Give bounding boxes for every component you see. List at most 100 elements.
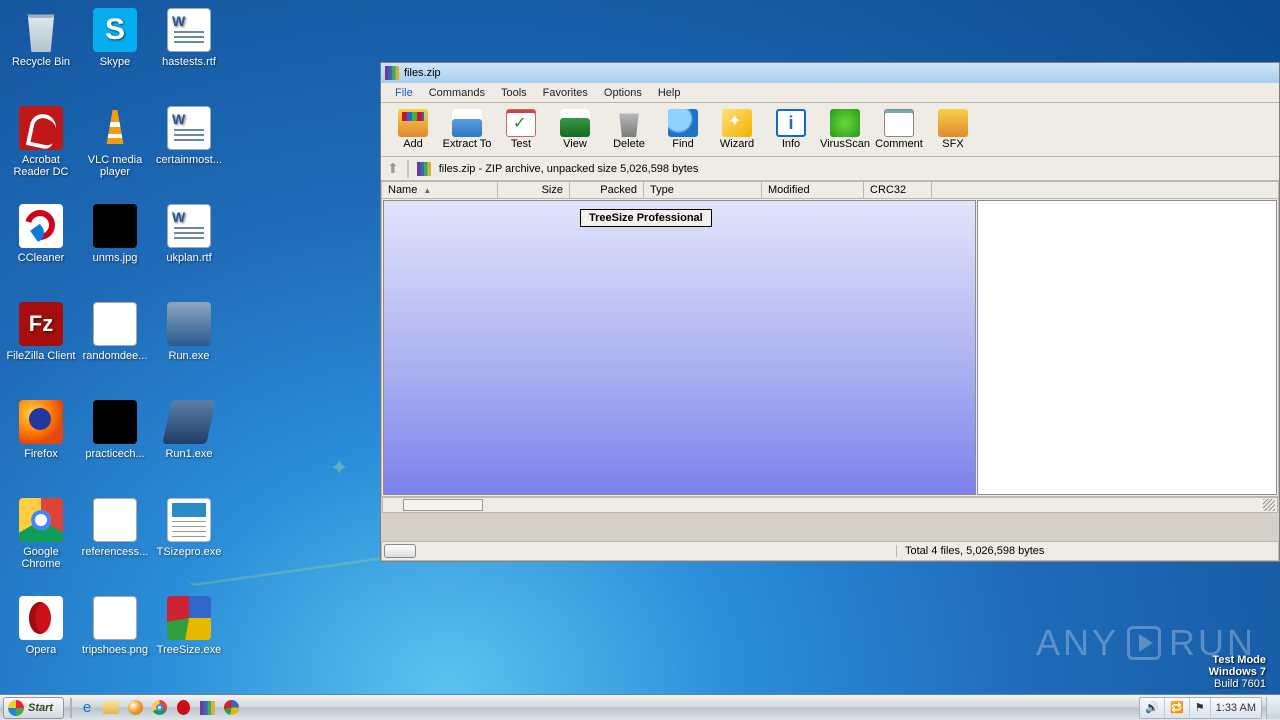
resize-grip-icon[interactable]: [1263, 499, 1275, 511]
find-icon: [668, 109, 698, 137]
toolbar-add-button[interactable]: Add: [387, 105, 439, 155]
desktop-icon-acrobat-reader-dc[interactable]: Acrobat Reader DC: [4, 102, 78, 200]
desktop-icons: Recycle Bin SSkype hastests.rtf Acrobat Rea…: [4, 4, 226, 690]
status-total: Total 4 files, 5,026,598 bytes: [896, 545, 1276, 557]
desktop-icon-certainmost[interactable]: certainmost...: [152, 102, 226, 200]
menu-help[interactable]: Help: [650, 85, 689, 101]
desktop-icon-opera[interactable]: Opera: [4, 592, 78, 690]
col-modified[interactable]: Modified: [762, 182, 864, 198]
menu-file[interactable]: File: [387, 85, 421, 101]
toolbar-label: Find: [672, 138, 693, 150]
toolbar-label: Delete: [613, 138, 645, 150]
toolbar-wizard-button[interactable]: Wizard: [711, 105, 763, 155]
icon-label: Run.exe: [169, 350, 210, 362]
tray-network[interactable]: 🔁: [1165, 698, 1190, 718]
up-icon[interactable]: ⬆: [387, 160, 399, 177]
toolbar-label: Comment: [875, 138, 923, 150]
toolbar-comment-button[interactable]: Comment: [873, 105, 925, 155]
play-icon: [1127, 626, 1161, 660]
toolbar-virusscan-button[interactable]: VirusScan: [819, 105, 871, 155]
show-desktop-button[interactable]: [1266, 697, 1280, 719]
icon-label: Recycle Bin: [12, 56, 70, 68]
desktop-icon-run1-exe[interactable]: Run1.exe: [152, 396, 226, 494]
col-name[interactable]: Name▲: [382, 182, 498, 198]
menu-tools[interactable]: Tools: [493, 85, 535, 101]
icon-label: VLC media player: [80, 154, 150, 178]
desktop-icon-treesize-exe[interactable]: TreeSize.exe: [152, 592, 226, 690]
icon-label: FileZilla Client: [6, 350, 75, 362]
tray-clock[interactable]: 1:33 AM: [1211, 698, 1261, 718]
desktop-icon-run-exe[interactable]: Run.exe: [152, 298, 226, 396]
taskbar-chrome[interactable]: [148, 698, 170, 718]
run1-icon: [162, 400, 215, 444]
filezilla-icon: Fz: [19, 302, 63, 346]
desktop-icon-vlc-media-player[interactable]: VLC media player: [78, 102, 152, 200]
disk-icon[interactable]: [384, 544, 416, 558]
desktop-icon-filezilla-client[interactable]: Fz FileZilla Client: [4, 298, 78, 396]
word-icon: [167, 204, 211, 248]
taskbar-explorer[interactable]: [100, 698, 122, 718]
build-info: Test Mode Windows 7 Build 7601: [1209, 654, 1266, 690]
icon-label: ukplan.rtf: [166, 252, 211, 264]
view-icon: [560, 109, 590, 137]
wmp-icon: [128, 700, 143, 715]
content-area: TreeSize Professional: [381, 199, 1279, 497]
desktop-icon-hastests-rtf[interactable]: hastests.rtf: [152, 4, 226, 102]
tray-flag[interactable]: ⚑: [1190, 698, 1211, 718]
extract-icon: [452, 109, 482, 137]
taskbar-wmp[interactable]: [124, 698, 146, 718]
archive-icon: [417, 162, 431, 176]
desktop-icon-google-chrome[interactable]: Google Chrome: [4, 494, 78, 592]
icon-label: Acrobat Reader DC: [6, 154, 76, 178]
titlebar[interactable]: files.zip: [381, 63, 1279, 83]
desktop-icon-skype[interactable]: SSkype: [78, 4, 152, 102]
progress-track: [403, 499, 483, 511]
desktop-icon-practicech[interactable]: practicech...: [78, 396, 152, 494]
desktop-icon-unms-jpg[interactable]: unms.jpg: [78, 200, 152, 298]
file-list[interactable]: TreeSize Professional: [383, 200, 976, 495]
toolbar-info-button[interactable]: iInfo: [765, 105, 817, 155]
taskbar-treesize[interactable]: [220, 698, 242, 718]
treesize-icon: [224, 700, 239, 715]
toolbar-test-button[interactable]: Test: [495, 105, 547, 155]
menu-commands[interactable]: Commands: [421, 85, 493, 101]
tray-volume[interactable]: 🔊: [1140, 698, 1165, 718]
menu-favorites[interactable]: Favorites: [535, 85, 596, 101]
tree-icon: [167, 596, 211, 640]
toolbar-label: VirusScan: [820, 138, 870, 150]
toolbar-delete-button[interactable]: Delete: [603, 105, 655, 155]
desktop-icon-tripshoes-png[interactable]: tripshoes.png: [78, 592, 152, 690]
desktop-icon-randomdee[interactable]: randomdee...: [78, 298, 152, 396]
black-icon: [93, 400, 137, 444]
firefox-icon: [19, 400, 63, 444]
taskbar-opera[interactable]: [172, 698, 194, 718]
comment-icon: [884, 109, 914, 137]
taskbar-ie[interactable]: e: [76, 698, 98, 718]
taskbar-winrar[interactable]: [196, 698, 218, 718]
path-text: files.zip - ZIP archive, unpacked size 5…: [439, 163, 699, 175]
desktop-icon-ukplan-rtf[interactable]: ukplan.rtf: [152, 200, 226, 298]
icon-label: referencess...: [82, 546, 149, 558]
icon-label: Firefox: [24, 448, 58, 460]
icon-label: Run1.exe: [165, 448, 212, 460]
menubar: FileCommandsToolsFavoritesOptionsHelp: [381, 83, 1279, 103]
toolbar-view-button[interactable]: View: [549, 105, 601, 155]
col-type[interactable]: Type: [644, 182, 762, 198]
menu-options[interactable]: Options: [596, 85, 650, 101]
desktop-icon-recycle-bin[interactable]: Recycle Bin: [4, 4, 78, 102]
desktop-icon-ccleaner[interactable]: CCleaner: [4, 200, 78, 298]
opera-icon: [19, 596, 63, 640]
start-button[interactable]: Start: [3, 697, 64, 719]
desktop-icon-referencess[interactable]: referencess...: [78, 494, 152, 592]
toolbar-sfx-button[interactable]: SFX: [927, 105, 979, 155]
desktop-icon-tsizepro-exe[interactable]: TSizepro.exe: [152, 494, 226, 592]
toolbar-find-button[interactable]: Find: [657, 105, 709, 155]
acrobat-icon: [19, 106, 63, 150]
icon-label: hastests.rtf: [162, 56, 216, 68]
statusbar: Total 4 files, 5,026,598 bytes: [381, 541, 1279, 561]
toolbar-extract-to-button[interactable]: Extract To: [441, 105, 493, 155]
col-size[interactable]: Size: [498, 182, 570, 198]
col-crc[interactable]: CRC32: [864, 182, 932, 198]
desktop-icon-firefox[interactable]: Firefox: [4, 396, 78, 494]
col-packed[interactable]: Packed: [570, 182, 644, 198]
